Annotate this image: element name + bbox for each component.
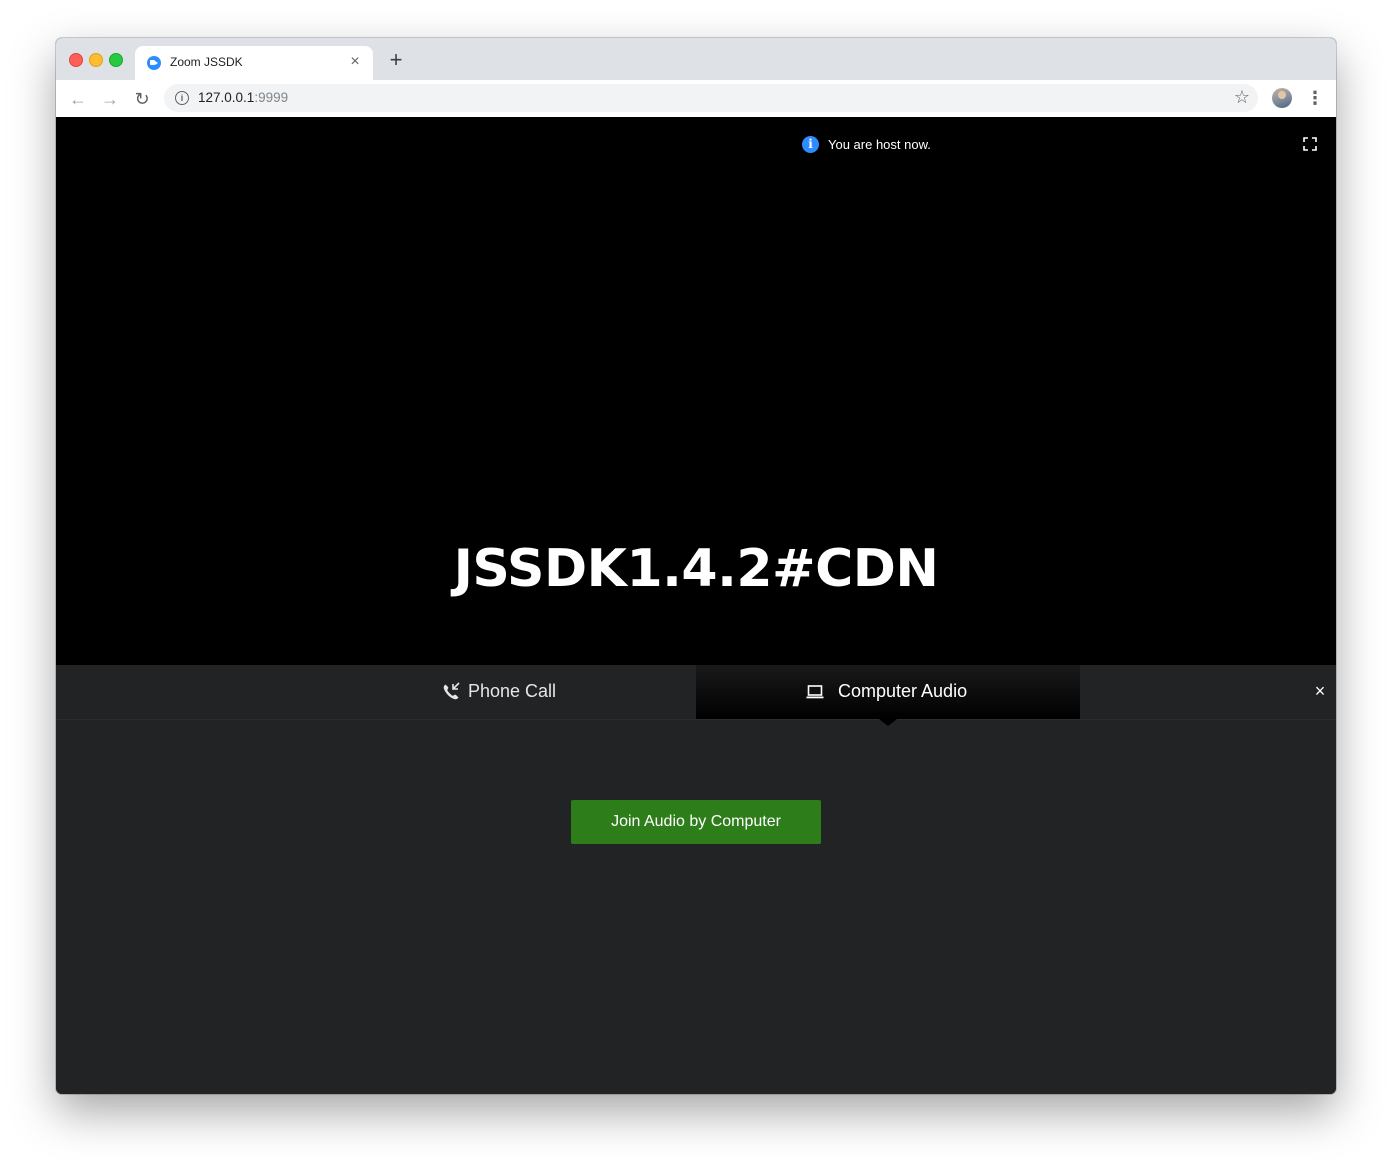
active-tab-pointer [879,719,897,726]
tab-computer-audio-label: Computer Audio [838,681,968,701]
browser-tab[interactable]: Zoom JSSDK × [135,46,373,80]
fullscreen-icon[interactable] [1302,136,1318,152]
meeting-title: JSSDK1.4.2#CDN [453,539,939,599]
window-minimize-button[interactable] [89,53,103,67]
close-icon[interactable]: × [1312,682,1328,700]
audio-tabs: Phone Call Computer Audio [56,665,1336,720]
zoom-camera-icon [147,56,161,70]
tab-phone-call[interactable]: Phone Call [56,665,696,719]
laptop-icon [806,685,824,699]
browser-menu-icon[interactable]: ⋮ [1306,87,1324,109]
address-bar[interactable]: i 127.0.0.1:9999 ☆ [164,84,1258,112]
reload-button[interactable]: ↻ [131,88,153,110]
host-notice-text: You are host now. [828,137,931,152]
browser-window: Zoom JSSDK × + ← → ↻ i 127.0.0.1:9999 ☆ … [56,38,1336,1094]
back-button[interactable]: ← [67,88,89,110]
url-text[interactable]: 127.0.0.1:9999 [198,90,288,105]
window-maximize-button[interactable] [109,53,123,67]
info-icon: i [802,136,819,153]
window-close-button[interactable] [69,53,83,67]
url-port: :9999 [254,90,289,105]
tab-computer-audio[interactable]: Computer Audio [696,665,1080,719]
phone-call-icon [443,682,460,700]
tab-phone-call-label: Phone Call [468,681,557,701]
tab-title: Zoom JSSDK [170,55,243,69]
forward-button[interactable]: → [99,88,121,110]
video-area: i You are host now. JSSDK1.4.2#CDN [56,117,1336,665]
new-tab-button[interactable]: + [386,49,406,71]
join-audio-button[interactable]: Join Audio by Computer [571,800,821,844]
browser-toolbar: ← → ↻ i 127.0.0.1:9999 ☆ ⋮ [56,80,1336,118]
tab-close-icon[interactable]: × [347,54,363,70]
url-host: 127.0.0.1 [198,90,255,105]
profile-avatar[interactable] [1272,88,1292,108]
join-audio-panel: Phone Call Computer Audio × Join Audio b… [56,665,1336,1094]
site-info-icon[interactable]: i [175,91,189,105]
bookmark-star-icon[interactable]: ☆ [1234,87,1250,108]
tab-strip: Zoom JSSDK × + [56,38,1336,80]
